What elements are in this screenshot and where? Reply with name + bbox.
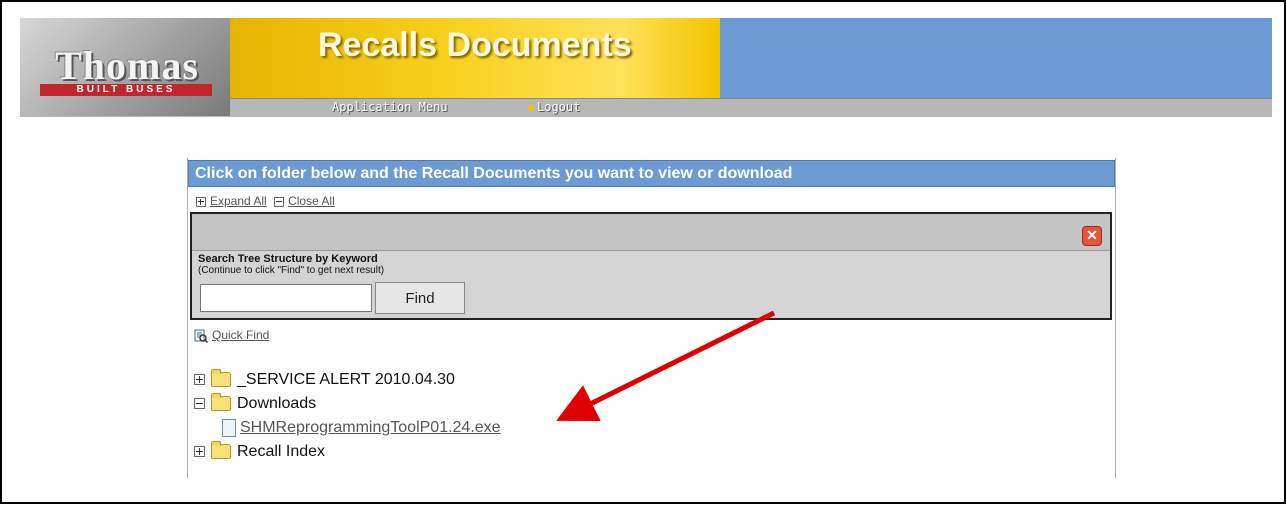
file-download-link[interactable]: SHMReprogrammingToolP01.24.exe: [240, 419, 501, 436]
close-all-icon[interactable]: [274, 196, 285, 207]
document-tree: _SERVICE ALERT 2010.04.30 Downloads SHMR…: [194, 368, 501, 464]
tree-item-label: Recall Index: [237, 443, 326, 460]
find-button[interactable]: Find: [375, 282, 465, 314]
screenshot-frame: Thomas BUILT BUSES Recalls Documents App…: [0, 0, 1286, 504]
tree-item-recall-index[interactable]: Recall Index: [194, 440, 501, 464]
search-label: Search Tree Structure by Keyword: [198, 253, 378, 265]
thomas-logo[interactable]: Thomas BUILT BUSES: [20, 18, 230, 116]
quick-find-row[interactable]: Quick Find: [194, 328, 269, 343]
logo-tagline: BUILT BUSES: [40, 84, 212, 96]
search-input[interactable]: [200, 284, 372, 312]
file-icon: [222, 418, 236, 437]
tree-item-label: _SERVICE ALERT 2010.04.30: [237, 371, 455, 388]
expand-controls: Expand All Close All: [196, 194, 335, 208]
header-blue-band: [720, 18, 1272, 98]
expand-plus-icon[interactable]: [194, 446, 205, 458]
logout-dot-icon: [528, 104, 534, 111]
panel-title: Click on folder below and the Recall Doc…: [188, 160, 1115, 187]
search-hint: (Continue to click "Find" to get next re…: [198, 265, 385, 276]
expand-plus-icon[interactable]: [194, 374, 205, 386]
recalls-panel: Click on folder below and the Recall Doc…: [187, 158, 1116, 478]
tree-item-label: Downloads: [237, 395, 317, 412]
page-title: Recalls Documents: [318, 26, 632, 64]
collapse-minus-icon[interactable]: [194, 398, 205, 410]
application-menu-link[interactable]: Application Menu: [332, 100, 448, 114]
quick-find-link[interactable]: Quick Find: [212, 328, 269, 342]
folder-icon: [211, 369, 231, 388]
tree-item-service-alert[interactable]: _SERVICE ALERT 2010.04.30: [194, 368, 501, 392]
logout-link[interactable]: Logout: [528, 100, 580, 114]
quick-find-icon: [194, 329, 209, 343]
close-icon[interactable]: ✕: [1082, 226, 1102, 246]
tree-item-downloads[interactable]: Downloads: [194, 392, 501, 416]
logo-wordmark: Thomas: [55, 43, 199, 88]
title-banner: Recalls Documents: [230, 18, 720, 98]
search-panel-titlebar: ✕: [192, 214, 1110, 251]
close-all-link[interactable]: Close All: [288, 194, 335, 208]
expand-all-icon[interactable]: [196, 196, 206, 207]
folder-icon: [211, 441, 231, 460]
tree-item-file[interactable]: SHMReprogrammingToolP01.24.exe: [194, 416, 501, 440]
logout-label: Logout: [537, 100, 581, 114]
page-header: Thomas BUILT BUSES Recalls Documents App…: [20, 18, 1272, 117]
folder-icon: [211, 393, 231, 412]
search-panel: ✕ Search Tree Structure by Keyword (Cont…: [190, 212, 1112, 320]
expand-all-link[interactable]: Expand All: [210, 194, 267, 208]
